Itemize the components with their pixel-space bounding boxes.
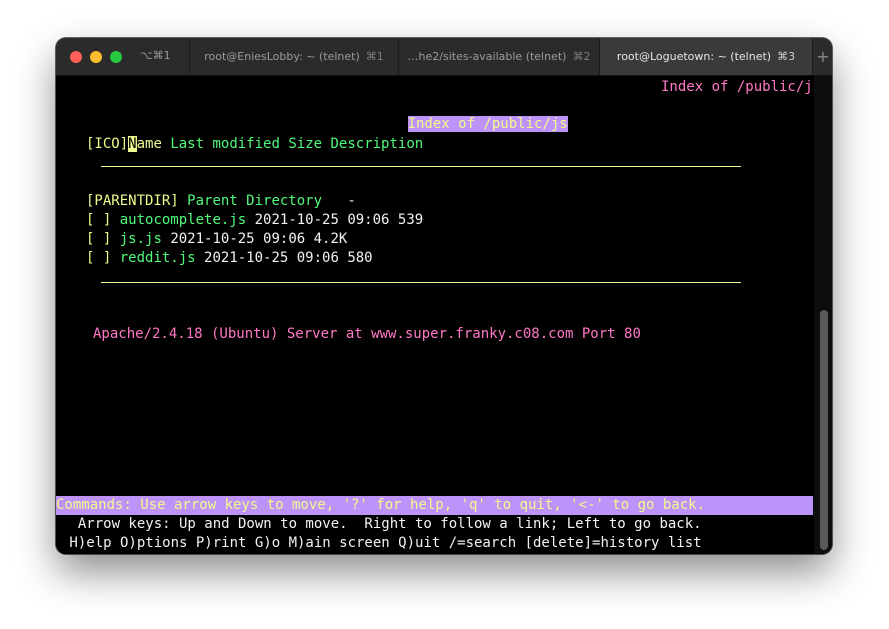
minimize-window-button[interactable] — [90, 51, 102, 63]
page-heading: Index of /public/js — [357, 97, 568, 132]
file-size: 4.2K — [313, 231, 348, 247]
tab-shortcut: ⌘2 — [572, 50, 591, 63]
tab-sites-available[interactable]: …he2/sites-available (telnet) ⌘2 — [398, 38, 599, 75]
terminal-window: ⌥⌘1 root@EniesLobby: ~ (telnet) ⌘1 …he2/… — [56, 38, 832, 554]
new-tab-button[interactable]: + — [812, 38, 832, 75]
key-commands-help: H)elp O)ptions P)rint G)o M)ain screen Q… — [61, 535, 702, 551]
tab-title: root@EniesLobby: ~ (telnet) — [204, 50, 360, 63]
tab-shortcut: ⌘3 — [777, 50, 796, 63]
parent-dir-row: [PARENTDIR] Parent Directory - — [86, 192, 356, 211]
tab-title: root@Loguetown: ~ (telnet) — [616, 50, 772, 63]
file-icon: [ ] — [86, 250, 112, 266]
file-icon: [ ] — [86, 212, 112, 228]
file-size: 580 — [347, 250, 373, 266]
file-link-reddit[interactable]: reddit.js — [120, 250, 196, 266]
parent-directory-link[interactable]: Parent Directory — [187, 193, 322, 209]
file-icon: [ ] — [86, 231, 112, 247]
file-link-js[interactable]: js.js — [120, 231, 162, 247]
file-modified: 2021-10-25 09:06 — [170, 231, 306, 247]
server-signature: Apache/2.4.18 (Ubuntu) Server at www.sup… — [93, 326, 641, 342]
tab-shortcut: ⌘1 — [365, 50, 384, 63]
maximize-window-button[interactable] — [110, 51, 122, 63]
file-row: [ ] autocomplete.js 2021-10-25 09:06 539 — [86, 211, 423, 230]
arrow-keys-help: Arrow keys: Up and Down to move. Right t… — [61, 516, 702, 532]
tab-loguetown[interactable]: root@Loguetown: ~ (telnet) ⌘3 — [599, 38, 812, 75]
file-row: [ ] js.js 2021-10-25 09:06 4.2K — [86, 230, 347, 249]
divider-bottom — [101, 282, 741, 283]
col-name-link[interactable]: ame — [137, 136, 162, 152]
lynx-title-right: Index of /public/js — [661, 79, 822, 95]
divider-top — [101, 166, 741, 167]
tab-enieslobby[interactable]: root@EniesLobby: ~ (telnet) ⌘1 — [189, 38, 398, 75]
file-size: 539 — [397, 212, 424, 228]
page-heading-text: Index of /public/js — [407, 116, 568, 132]
tab-title: …he2/sites-available (telnet) — [407, 50, 567, 63]
terminal-content[interactable]: Index of /public/js Index of /public/js … — [56, 76, 832, 554]
column-headers: [ICO]Name Last modified Size Description — [86, 135, 423, 154]
parent-size: - — [347, 193, 356, 209]
col-sort-links[interactable]: Last modified Size Description — [170, 136, 423, 152]
file-modified: 2021-10-25 09:06 — [254, 212, 390, 228]
col-ico: [ICO] — [86, 136, 129, 152]
window-shortcut: ⌥⌘1 — [140, 49, 171, 62]
parent-icon: [PARENTDIR] — [86, 193, 179, 209]
title-bar: ⌥⌘1 root@EniesLobby: ~ (telnet) ⌘1 …he2/… — [56, 38, 832, 76]
scrollbar-thumb[interactable] — [820, 310, 828, 550]
commands-bar: Commands: Use arrow keys to move, '?' fo… — [56, 496, 813, 515]
file-row: [ ] reddit.js 2021-10-25 09:06 580 — [86, 249, 373, 268]
file-modified: 2021-10-25 09:06 — [204, 250, 339, 266]
col-name-link-cursor[interactable]: N — [128, 136, 137, 152]
close-window-button[interactable] — [70, 51, 82, 63]
file-link-autocomplete[interactable]: autocomplete.js — [120, 212, 246, 228]
